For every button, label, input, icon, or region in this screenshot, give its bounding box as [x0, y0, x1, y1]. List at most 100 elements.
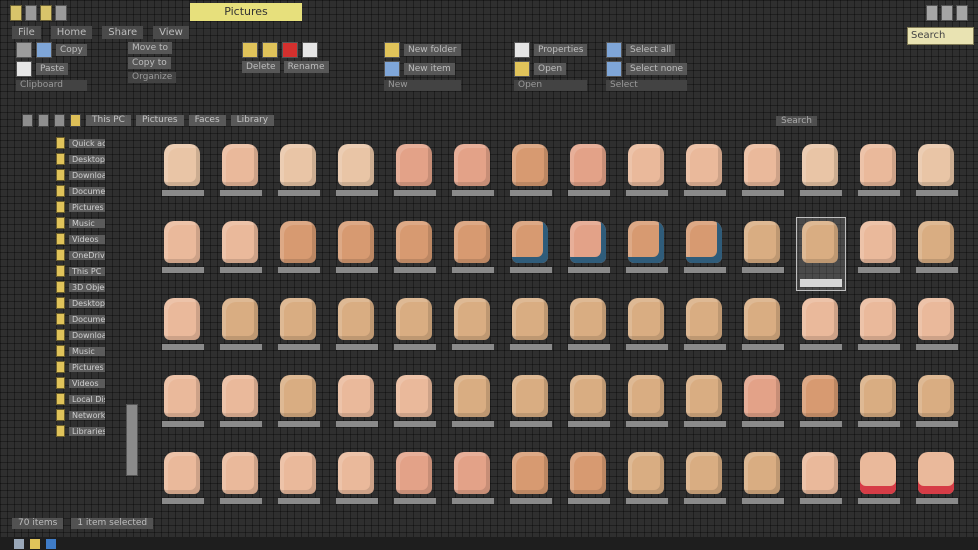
- thumbnail-item[interactable]: [386, 215, 444, 292]
- close-button[interactable]: [956, 5, 968, 21]
- rename-button[interactable]: Rename: [283, 61, 329, 73]
- thumbnail-item[interactable]: [212, 292, 270, 369]
- thumbnail-item[interactable]: [328, 138, 386, 215]
- nav-item[interactable]: Quick access: [56, 137, 112, 149]
- thumbnail-item[interactable]: [850, 292, 908, 369]
- chevron-down-icon[interactable]: [55, 5, 67, 21]
- paste-icon[interactable]: [16, 61, 32, 77]
- breadcrumb-item[interactable]: This PC: [86, 115, 131, 126]
- thumbnail-item[interactable]: [212, 369, 270, 446]
- thumbnail-item[interactable]: [154, 215, 212, 292]
- thumbnail-item[interactable]: [792, 215, 850, 292]
- pin-icon[interactable]: [16, 42, 32, 58]
- paste-button[interactable]: Paste: [36, 63, 69, 75]
- thumbnail-item[interactable]: [850, 215, 908, 292]
- nav-item[interactable]: Music: [56, 217, 112, 229]
- nav-item[interactable]: Desktop: [56, 153, 112, 165]
- thumbnail-item[interactable]: [792, 138, 850, 215]
- thumbnail-item[interactable]: [154, 292, 212, 369]
- file-explorer-icon[interactable]: [30, 539, 40, 549]
- thumbnail-item[interactable]: [618, 215, 676, 292]
- thumbnail-item[interactable]: [676, 292, 734, 369]
- delete-button[interactable]: Delete: [242, 61, 280, 73]
- select-all-button[interactable]: Select all: [626, 44, 676, 56]
- nav-item[interactable]: Music: [56, 345, 112, 357]
- breadcrumb-item[interactable]: Faces: [188, 115, 226, 126]
- properties-icon[interactable]: [514, 42, 530, 58]
- delete-icon[interactable]: [282, 42, 298, 58]
- thumbnail-item[interactable]: [386, 369, 444, 446]
- thumbnail-item[interactable]: [908, 369, 966, 446]
- browser-icon[interactable]: [46, 539, 56, 549]
- thumbnail-item[interactable]: [618, 138, 676, 215]
- thumbnail-item[interactable]: [676, 369, 734, 446]
- thumbnail-item[interactable]: [154, 138, 212, 215]
- nav-item[interactable]: Videos: [56, 377, 112, 389]
- thumbnail-item[interactable]: [734, 369, 792, 446]
- nav-item[interactable]: Libraries: [56, 425, 112, 437]
- thumbnail-item[interactable]: [850, 138, 908, 215]
- thumbnail-item[interactable]: [618, 446, 676, 523]
- thumbnail-item[interactable]: [328, 215, 386, 292]
- thumbnail-item[interactable]: [270, 215, 328, 292]
- thumbnail-item[interactable]: [850, 369, 908, 446]
- thumbnail-item[interactable]: [444, 446, 502, 523]
- thumbnail-item[interactable]: [154, 446, 212, 523]
- copy-button[interactable]: Copy: [56, 44, 87, 56]
- properties-button[interactable]: Properties: [534, 44, 588, 56]
- thumbnail-item[interactable]: [386, 292, 444, 369]
- nav-item[interactable]: Network: [56, 409, 112, 421]
- nav-item[interactable]: Local Disk: [56, 393, 112, 405]
- nav-item[interactable]: Pictures: [56, 201, 112, 213]
- thumbnail-item[interactable]: [328, 292, 386, 369]
- maximize-button[interactable]: [941, 5, 953, 21]
- thumbnail-item[interactable]: [734, 292, 792, 369]
- thumbnail-item[interactable]: [502, 215, 560, 292]
- tab-share[interactable]: Share: [102, 26, 144, 39]
- new-item-button[interactable]: New item: [404, 63, 455, 75]
- thumbnail-item[interactable]: [850, 446, 908, 523]
- search-box-label[interactable]: Search: [776, 116, 817, 126]
- tab-view[interactable]: View: [153, 26, 189, 39]
- rename-icon[interactable]: [302, 42, 318, 58]
- thumbnail-item[interactable]: [502, 369, 560, 446]
- thumbnail-item[interactable]: [618, 369, 676, 446]
- thumbnail-item[interactable]: [270, 446, 328, 523]
- thumbnail-item[interactable]: [560, 292, 618, 369]
- thumbnail-item[interactable]: [792, 292, 850, 369]
- tab-home[interactable]: Home: [50, 26, 93, 39]
- thumbnail-item[interactable]: [560, 369, 618, 446]
- nav-item[interactable]: Documents: [56, 185, 112, 197]
- folder-icon[interactable]: [10, 5, 22, 21]
- nav-item[interactable]: Downloads: [56, 329, 112, 341]
- thumbnail-item[interactable]: [618, 292, 676, 369]
- thumbnail-item[interactable]: [560, 138, 618, 215]
- thumbnail-item[interactable]: [734, 446, 792, 523]
- select-none-icon[interactable]: [606, 61, 622, 77]
- thumbnail-item[interactable]: [734, 215, 792, 292]
- thumbnail-item[interactable]: [270, 138, 328, 215]
- thumbnail-item[interactable]: [386, 446, 444, 523]
- thumbnail-item[interactable]: [444, 138, 502, 215]
- thumbnail-item[interactable]: [676, 446, 734, 523]
- thumbnail-item[interactable]: [270, 292, 328, 369]
- search-input[interactable]: Search: [907, 27, 974, 45]
- minimize-button[interactable]: [926, 5, 938, 21]
- nav-scrollbar-thumb[interactable]: [126, 404, 138, 476]
- folder-move-icon[interactable]: [242, 42, 258, 58]
- nav-item[interactable]: Videos: [56, 233, 112, 245]
- thumbnail-item[interactable]: [792, 369, 850, 446]
- copy-to-button[interactable]: Copy to: [128, 57, 171, 69]
- nav-item[interactable]: 3D Objects: [56, 281, 112, 293]
- back-icon[interactable]: [22, 114, 33, 127]
- new-folder-button[interactable]: New folder: [404, 44, 461, 56]
- tab-file[interactable]: File: [12, 26, 41, 39]
- new-folder-icon[interactable]: [40, 5, 52, 21]
- nav-item[interactable]: OneDrive: [56, 249, 112, 261]
- nav-item[interactable]: This PC: [56, 265, 112, 277]
- thumbnail-item[interactable]: [444, 369, 502, 446]
- open-button[interactable]: Open: [534, 63, 567, 75]
- breadcrumb-item[interactable]: Pictures: [135, 115, 184, 126]
- thumbnail-item[interactable]: [212, 138, 270, 215]
- thumbnail-item[interactable]: [676, 138, 734, 215]
